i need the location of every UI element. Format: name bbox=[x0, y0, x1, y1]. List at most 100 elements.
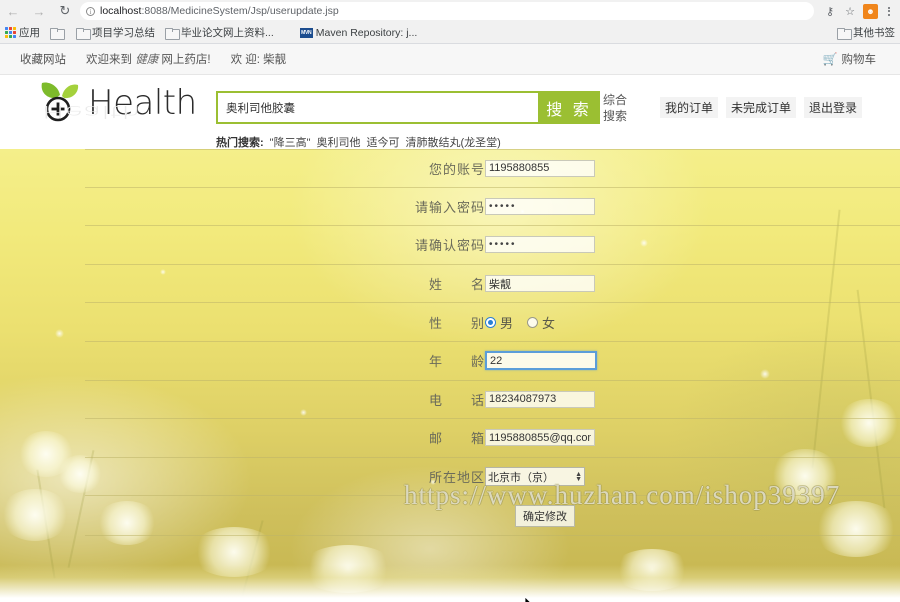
cart-label: 购物车 bbox=[841, 54, 877, 66]
password-input[interactable] bbox=[485, 197, 595, 215]
label-region: 所在地区 bbox=[428, 470, 485, 486]
unfinished-orders-button[interactable]: 未完成订单 bbox=[726, 97, 797, 118]
form-row-submit: 确定修改 bbox=[85, 496, 900, 537]
bookmark-label: 项目学习总结 bbox=[92, 27, 155, 39]
form-rows: 您的账号 请输入密码 请确认密码 姓 名 bbox=[0, 149, 900, 537]
three-dot-menu-icon[interactable] bbox=[881, 0, 897, 22]
welcome-suffix: 网上药店! bbox=[158, 54, 211, 66]
folder-icon bbox=[837, 27, 852, 40]
label-password: 请输入密码 bbox=[414, 199, 485, 215]
confirm-password-input[interactable] bbox=[485, 236, 595, 254]
shopping-cart-link[interactable]: 🛒 购物车 bbox=[823, 51, 876, 67]
label-email: 邮 箱 bbox=[428, 431, 485, 447]
welcome-message: 欢迎来到 健康 网上药店! bbox=[86, 51, 211, 67]
field-account bbox=[485, 159, 595, 177]
bookmark-label: Maven Repository: j... bbox=[315, 26, 418, 39]
region-select-value: 北京市（京） bbox=[488, 471, 554, 484]
info-circle-icon[interactable]: i bbox=[86, 6, 95, 16]
star-icon[interactable]: ☆ bbox=[840, 0, 860, 22]
welcome-prefix: 欢迎来到 bbox=[86, 54, 136, 66]
form-row-name: 姓 名 bbox=[85, 265, 900, 304]
field-password bbox=[485, 197, 595, 215]
form-row-account: 您的账号 bbox=[85, 149, 900, 188]
other-bookmarks-label: 其他书签 bbox=[853, 27, 895, 39]
gender-radio-male[interactable] bbox=[485, 316, 496, 328]
label-name: 姓 名 bbox=[428, 277, 485, 293]
user-greeting: 欢 迎: 柴靓 bbox=[230, 54, 287, 66]
field-phone bbox=[485, 390, 595, 408]
search-area: 搜 索 综合搜索 热门搜索: "降三高" 奥利司他 适今可 清肺散结丸(龙圣堂) bbox=[216, 91, 633, 150]
browser-toolbar: ← → ↻ i localhost:8088/MedicineSystem/Js… bbox=[0, 0, 900, 22]
apps-grid-icon bbox=[5, 27, 16, 38]
welcome-emphasis: 健康 bbox=[135, 54, 159, 66]
folder-icon bbox=[50, 27, 65, 40]
name-input[interactable] bbox=[485, 275, 595, 293]
age-input[interactable] bbox=[485, 351, 597, 371]
bookmark-bar: 应用 项目学习总结 毕业论文网上资料... MVN Maven Reposito… bbox=[0, 22, 900, 44]
bookmark-label: 应用 bbox=[19, 27, 40, 39]
hot-search-item[interactable]: "降三高" bbox=[270, 134, 311, 150]
account-button-group: 我的订单 未完成订单 退出登录 bbox=[660, 97, 896, 118]
profile-avatar-icon[interactable]: ☻ bbox=[863, 3, 878, 19]
search-input[interactable] bbox=[216, 91, 538, 124]
gender-radio-female[interactable] bbox=[527, 316, 539, 328]
field-age bbox=[485, 351, 597, 371]
page-content: 收藏网站 欢迎来到 健康 网上药店! 欢 迎: 柴靓 🛒 购物车 Health … bbox=[0, 44, 900, 602]
logo-reflection: Health bbox=[42, 101, 141, 121]
gender-radio-group: 男 女 bbox=[485, 313, 565, 332]
form-row-age: 年 龄 bbox=[85, 342, 900, 381]
logout-button[interactable]: 退出登录 bbox=[804, 97, 863, 118]
hot-search-item[interactable]: 适今可 bbox=[366, 134, 399, 150]
back-arrow-icon[interactable]: ← bbox=[0, 0, 26, 22]
url-path: :8088/MedicineSystem/Jsp/userupdate.jsp bbox=[141, 5, 339, 17]
label-age: 年 龄 bbox=[428, 354, 485, 370]
search-button[interactable]: 搜 索 bbox=[538, 91, 600, 124]
field-gender: 男 女 bbox=[485, 313, 565, 332]
confirm-update-button[interactable]: 确定修改 bbox=[515, 504, 575, 527]
form-row-gender: 性 别 男 女 bbox=[85, 303, 900, 342]
chevron-updown-icon: ▲ ▼ bbox=[575, 470, 582, 483]
url-host: localhost bbox=[100, 5, 142, 17]
maven-icon: MVN bbox=[299, 27, 313, 38]
hot-search-item[interactable]: 清肺散结丸(龙圣堂) bbox=[405, 134, 500, 150]
form-row-region: 所在地区 北京市（京） ▲ ▼ bbox=[85, 458, 900, 497]
form-row-email: 邮 箱 bbox=[85, 419, 900, 458]
region-select[interactable]: 北京市（京） ▲ ▼ bbox=[485, 467, 585, 487]
forward-arrow-icon[interactable]: → bbox=[26, 0, 52, 22]
folder-icon bbox=[76, 27, 91, 40]
site-top-strip: 收藏网站 欢迎来到 健康 网上药店! 欢 迎: 柴靓 🛒 购物车 bbox=[0, 44, 900, 75]
field-region: 北京市（京） ▲ ▼ bbox=[485, 467, 585, 487]
other-bookmarks[interactable]: 其他书签 bbox=[832, 22, 900, 44]
field-email bbox=[485, 429, 595, 447]
form-row-password: 请输入密码 bbox=[85, 188, 900, 227]
flower-decoration bbox=[612, 549, 692, 591]
label-account: 您的账号 bbox=[428, 161, 485, 177]
hot-search-row: 热门搜索: "降三高" 奥利司他 适今可 清肺散结丸(龙圣堂) bbox=[216, 134, 633, 150]
background-bottom-fade bbox=[0, 565, 900, 601]
hot-search-item[interactable]: 奥利司他 bbox=[316, 134, 360, 150]
bookmark-folder-project-study[interactable]: 项目学习总结 bbox=[71, 22, 160, 44]
phone-input[interactable] bbox=[485, 390, 595, 408]
gender-label-male: 男 bbox=[500, 315, 514, 331]
my-orders-button[interactable]: 我的订单 bbox=[660, 97, 719, 118]
favorite-site-link[interactable]: 收藏网站 bbox=[20, 51, 66, 67]
gender-label-female: 女 bbox=[542, 315, 556, 331]
key-icon[interactable]: ⚷ bbox=[820, 0, 840, 22]
reload-icon[interactable]: ↻ bbox=[52, 0, 78, 22]
label-gender: 性 别 bbox=[428, 315, 485, 331]
label-phone: 电 话 bbox=[428, 392, 485, 408]
bookmark-folder-unnamed[interactable] bbox=[45, 22, 71, 44]
field-confirm-password bbox=[485, 236, 595, 254]
email-input[interactable] bbox=[485, 429, 595, 447]
bookmark-folder-thesis[interactable]: 毕业论文网上资料... bbox=[160, 22, 279, 44]
address-bar[interactable]: i localhost:8088/MedicineSystem/Jsp/user… bbox=[80, 2, 814, 20]
form-row-phone: 电 话 bbox=[85, 381, 900, 420]
bookmark-apps[interactable]: 应用 bbox=[0, 22, 45, 44]
account-input[interactable] bbox=[485, 159, 595, 177]
form-row-confirm-password: 请确认密码 bbox=[85, 226, 900, 265]
bookmark-maven-repository[interactable]: MVN Maven Repository: j... bbox=[295, 22, 423, 44]
shopping-cart-icon: 🛒 bbox=[822, 52, 838, 66]
combo-search-link[interactable]: 综合搜索 bbox=[603, 92, 633, 124]
field-name bbox=[485, 275, 595, 293]
user-update-form-area: 您的账号 请输入密码 请确认密码 姓 名 bbox=[0, 149, 900, 601]
